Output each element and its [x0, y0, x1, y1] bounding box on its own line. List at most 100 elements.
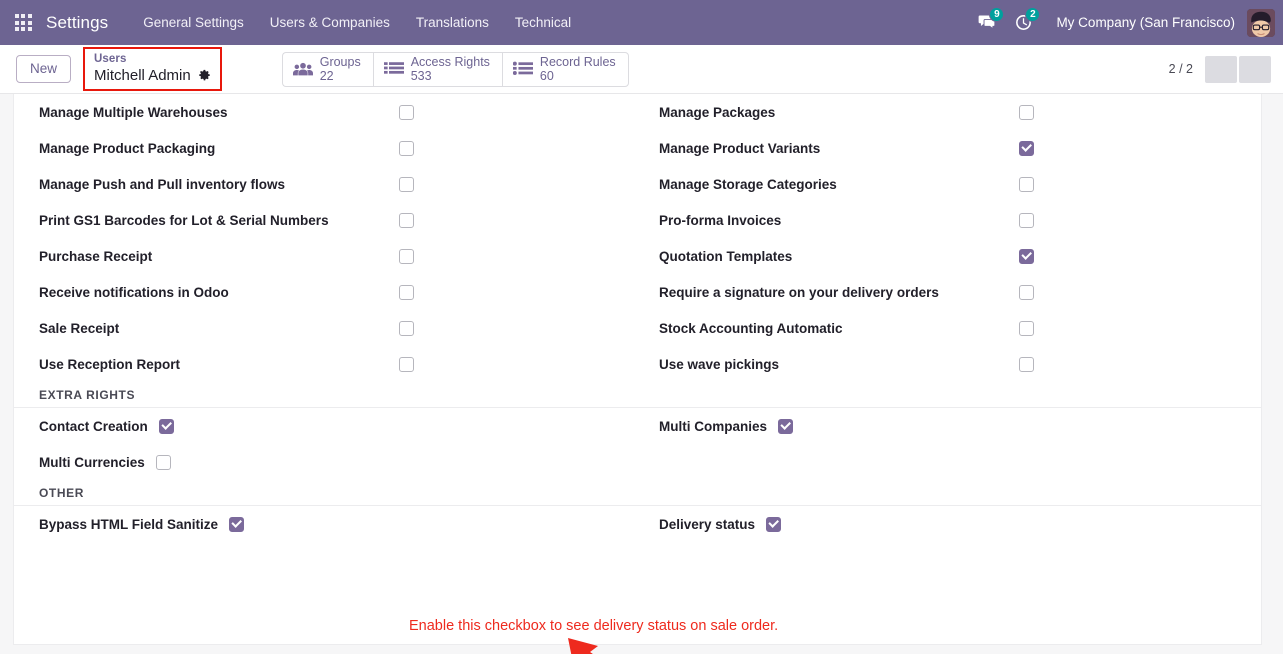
- field-row-pro-forma-invoices: Pro-forma Invoices: [659, 202, 1236, 238]
- checkbox-print-gs1-barcodes-for-lot-serial-numbers[interactable]: [399, 212, 414, 228]
- other-grid: Bypass HTML Field Sanitize Delivery statu…: [14, 506, 1261, 542]
- field-label-manage-storage-categories: Manage Storage Categories: [659, 176, 837, 192]
- checkbox-use-wave-pickings[interactable]: [1019, 356, 1034, 372]
- checkbox-sale-receipt[interactable]: [399, 320, 414, 336]
- field-label-require-a-signature-on-your-delivery-orders: Require a signature on your delivery ord…: [659, 284, 939, 300]
- checkbox-require-a-signature-on-your-delivery-orders[interactable]: [1019, 284, 1034, 300]
- field-row-contact-creation: Contact Creation: [39, 408, 659, 444]
- stat-button-access-rights[interactable]: Access Rights 533: [372, 51, 502, 87]
- checkbox-delivery-status[interactable]: [766, 516, 782, 532]
- checkbox-purchase-receipt[interactable]: [399, 248, 414, 264]
- stat-button-record-rules[interactable]: Record Rules 60: [501, 51, 629, 87]
- field-label-receive-notifications-in-odoo: Receive notifications in Odoo: [39, 284, 229, 300]
- field-row-multi-currencies: Multi Currencies: [39, 444, 659, 480]
- section-title-extra-rights: EXTRA RIGHTS: [39, 388, 136, 402]
- control-panel-right: 2 / 2: [1168, 55, 1283, 83]
- checkbox-use-reception-report[interactable]: [399, 356, 414, 372]
- field-label-pro-forma-invoices: Pro-forma Invoices: [659, 212, 782, 228]
- field-label-manage-packages: Manage Packages: [659, 104, 776, 120]
- form-background: Manage Multiple Warehouses Manage Package…: [0, 94, 1283, 654]
- checkbox-quotation-templates[interactable]: [1019, 248, 1034, 264]
- stat-buttons: Groups 22 Access Rights 533 Record Rules…: [281, 51, 629, 87]
- field-row-use-wave-pickings: Use wave pickings: [659, 346, 1236, 382]
- field-label-manage-product-variants: Manage Product Variants: [659, 140, 821, 156]
- list-lines-icon: [383, 61, 404, 74]
- field-row-receive-notifications-in-odoo: Receive notifications in Odoo: [39, 274, 659, 310]
- pager-next-button[interactable]: [1239, 55, 1271, 83]
- menu-technical[interactable]: Technical: [502, 0, 584, 45]
- activities-badge: 2: [1025, 7, 1041, 22]
- section-title-other: OTHER: [39, 486, 84, 500]
- app-brand-settings[interactable]: Settings: [46, 13, 114, 33]
- menu-translations[interactable]: Translations: [403, 0, 502, 45]
- new-button[interactable]: New: [16, 55, 72, 83]
- field-row-manage-push-and-pull-inventory-flows: Manage Push and Pull inventory flows: [39, 166, 659, 202]
- pager-count: 2 / 2: [1168, 62, 1193, 76]
- field-row-delivery-status: Delivery status: [659, 506, 1236, 542]
- menu-general-settings[interactable]: General Settings: [130, 0, 257, 45]
- activities-button[interactable]: 2: [1006, 0, 1041, 45]
- checkbox-contact-creation[interactable]: [158, 418, 174, 434]
- checkbox-multi-currencies[interactable]: [155, 454, 171, 470]
- stat-text-record-rules: Record Rules 60: [540, 55, 616, 83]
- field-row-manage-multiple-warehouses: Manage Multiple Warehouses: [39, 94, 659, 130]
- stat-button-groups[interactable]: Groups 22: [281, 51, 373, 87]
- list-dots-icon: [512, 61, 533, 75]
- field-row-print-gs1-barcodes-for-lot-serial-numbers: Print GS1 Barcodes for Lot & Serial Numb…: [39, 202, 659, 238]
- checkbox-manage-packages[interactable]: [1019, 104, 1034, 120]
- control-panel: New Users Mitchell Admin Groups 22 Acces…: [0, 45, 1283, 94]
- breadcrumb: Users Mitchell Admin: [83, 47, 222, 91]
- checkbox-manage-product-packaging[interactable]: [399, 140, 414, 156]
- stat-value-groups: 22: [319, 69, 334, 83]
- field-label-manage-multiple-warehouses: Manage Multiple Warehouses: [39, 104, 228, 120]
- stat-label-groups: Groups: [319, 55, 361, 69]
- messages-badge: 9: [989, 7, 1005, 22]
- checkbox-receive-notifications-in-odoo[interactable]: [399, 284, 414, 300]
- checkbox-pro-forma-invoices[interactable]: [1019, 212, 1034, 228]
- field-label-stock-accounting-automatic: Stock Accounting Automatic: [659, 320, 843, 336]
- avatar-image: [1247, 8, 1275, 37]
- menu-users-companies[interactable]: Users & Companies: [257, 0, 403, 45]
- stat-label-access-rights: Access Rights: [410, 55, 490, 69]
- messages-button[interactable]: 9: [970, 0, 1005, 45]
- checkbox-bypass-html-field-sanitize[interactable]: [229, 516, 245, 532]
- field-label-sale-receipt: Sale Receipt: [39, 320, 120, 336]
- company-switcher[interactable]: My Company (San Francisco): [1042, 15, 1247, 30]
- checkbox-multi-companies[interactable]: [778, 418, 794, 434]
- users-group-icon: [292, 62, 313, 75]
- field-label-quotation-templates: Quotation Templates: [659, 248, 793, 264]
- extra-rights-grid: Contact Creation Multi Companies Multi Cur…: [14, 408, 1261, 480]
- field-row-multi-companies: Multi Companies: [659, 408, 1236, 444]
- checkbox-manage-product-variants[interactable]: [1019, 140, 1034, 156]
- field-row-manage-product-variants: Manage Product Variants: [659, 130, 1236, 166]
- apps-menu-button[interactable]: [0, 0, 46, 45]
- field-label-manage-product-packaging: Manage Product Packaging: [39, 140, 216, 156]
- top-navbar: Settings General Settings Users & Compan…: [0, 0, 1283, 45]
- gear-icon[interactable]: [198, 69, 211, 82]
- navbar-right-group: 9 2 My Company (San Francisco): [970, 0, 1283, 45]
- field-row-manage-product-packaging: Manage Product Packaging: [39, 130, 659, 166]
- field-label-delivery-status: Delivery status: [659, 516, 756, 532]
- checkbox-manage-push-and-pull-inventory-flows[interactable]: [399, 176, 414, 192]
- field-row-purchase-receipt: Purchase Receipt: [39, 238, 659, 274]
- field-row-stock-accounting-automatic: Stock Accounting Automatic: [659, 310, 1236, 346]
- user-avatar[interactable]: [1247, 8, 1275, 37]
- checkbox-stock-accounting-automatic[interactable]: [1019, 320, 1034, 336]
- field-row-quotation-templates: Quotation Templates: [659, 238, 1236, 274]
- stat-label-record-rules: Record Rules: [539, 55, 616, 69]
- apps-grid-icon: [14, 14, 32, 31]
- stat-text-access-rights: Access Rights 533: [411, 55, 490, 83]
- breadcrumb-current-label: Mitchell Admin: [94, 67, 191, 84]
- field-label-use-wave-pickings: Use wave pickings: [659, 356, 780, 372]
- settings-fields-grid: Manage Multiple Warehouses Manage Package…: [14, 94, 1261, 382]
- breadcrumb-parent-users[interactable]: Users: [94, 52, 211, 66]
- field-label-manage-push-and-pull-inventory-flows: Manage Push and Pull inventory flows: [39, 176, 286, 192]
- field-row-manage-packages: Manage Packages: [659, 94, 1236, 130]
- stat-value-access-rights: 533: [410, 69, 432, 83]
- field-row-manage-storage-categories: Manage Storage Categories: [659, 166, 1236, 202]
- control-panel-left: New Users Mitchell Admin: [0, 47, 222, 91]
- field-row-use-reception-report: Use Reception Report: [39, 346, 659, 382]
- checkbox-manage-storage-categories[interactable]: [1019, 176, 1034, 192]
- checkbox-manage-multiple-warehouses[interactable]: [399, 104, 414, 120]
- pager-previous-button[interactable]: [1205, 55, 1237, 83]
